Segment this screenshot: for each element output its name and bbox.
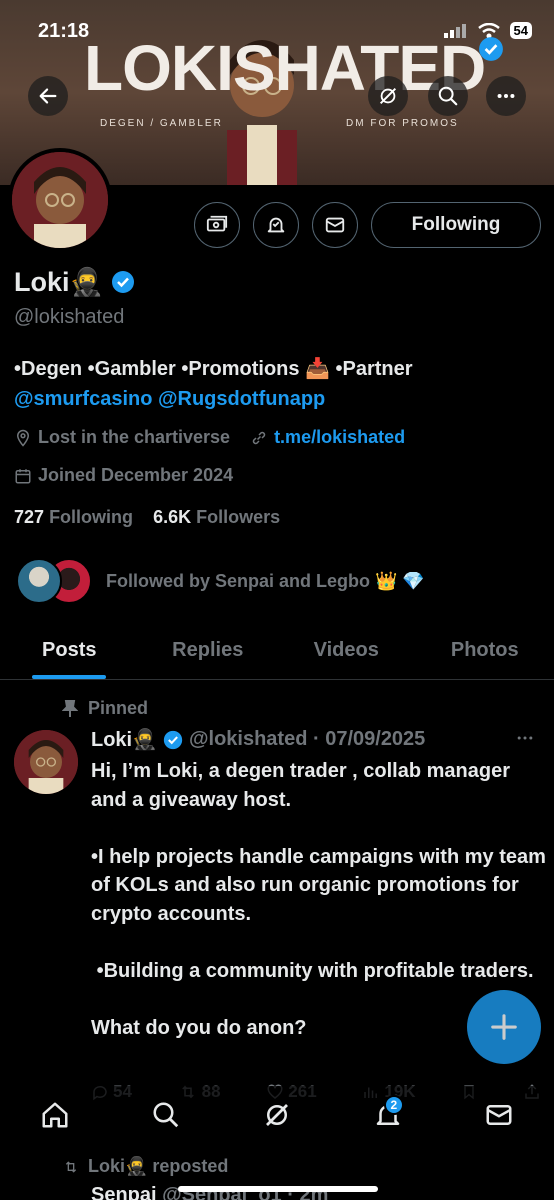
nav-search[interactable] — [146, 1095, 186, 1135]
profile-stats: 727 Following 6.6K Followers — [14, 507, 280, 528]
notifications-toggle-button[interactable] — [253, 202, 299, 248]
profile-joined-date: Joined December 2024 — [38, 465, 234, 485]
tab-posts[interactable]: Posts — [0, 622, 139, 679]
arrow-left-icon — [39, 88, 57, 104]
verified-badge-icon[interactable] — [111, 270, 135, 294]
followers-label: Followers — [196, 507, 281, 527]
profile-name: Loki — [14, 266, 70, 297]
profile-handle: @lokishated — [14, 306, 125, 328]
more-horizontal-icon — [517, 736, 533, 740]
follower-avatar — [16, 558, 62, 604]
link-icon — [252, 431, 266, 444]
repost-icon — [65, 1160, 77, 1173]
tab-photos[interactable]: Photos — [416, 622, 554, 679]
money-icon — [206, 215, 228, 232]
following-button[interactable]: Following — [371, 202, 541, 248]
followed-by-row[interactable]: Followed by Senpai and Legbo 👑 💎 — [16, 558, 425, 604]
tab-videos[interactable]: Videos — [277, 622, 416, 679]
home-indicator — [178, 1186, 378, 1192]
banner-left-subtitle: DEGEN / GAMBLER — [100, 118, 223, 129]
bell-check-icon — [267, 217, 285, 233]
banner-right-subtitle: DM FOR PROMOS — [346, 118, 459, 129]
plus-icon — [491, 1014, 517, 1040]
more-horizontal-icon — [497, 93, 515, 99]
pinned-label: Pinned — [88, 698, 149, 718]
avatar-illustration — [12, 152, 108, 248]
grok-button[interactable] — [368, 76, 408, 116]
followers-stat[interactable]: 6.6K Followers — [153, 507, 280, 527]
followed-by-avatars — [16, 558, 92, 604]
following-stat[interactable]: 727 Following — [14, 507, 133, 527]
verified-overlay-icon — [479, 37, 503, 61]
subscribe-button[interactable] — [194, 202, 240, 248]
profile-name-emoji: 🥷 — [69, 267, 104, 297]
followed-by-text: Followed by Senpai and Legbo 👑 💎 — [106, 570, 425, 591]
followers-count: 6.6K — [153, 507, 192, 527]
status-bar: 21:18 54 — [0, 0, 554, 60]
pinned-label-row: Pinned — [62, 698, 148, 719]
profile-avatar[interactable] — [8, 148, 112, 252]
nav-home[interactable] — [35, 1095, 75, 1135]
profile-meta-row: Lost in the chartiverse t.me/lokishated — [14, 427, 405, 448]
post-handle-date: @lokishated · 07/09/2025 — [189, 728, 426, 750]
grok-icon — [266, 1104, 288, 1126]
nav-messages[interactable] — [479, 1095, 519, 1135]
battery-indicator: 54 — [509, 22, 532, 39]
location-pin-icon — [16, 429, 30, 447]
home-icon — [42, 1102, 68, 1128]
following-count: 727 — [14, 507, 45, 527]
following-label: Following — [49, 507, 134, 527]
nav-grok[interactable] — [257, 1095, 297, 1135]
post-more-button[interactable] — [515, 728, 535, 754]
repost-indicator-text: Loki🥷 reposted — [88, 1156, 229, 1176]
nav-notifications[interactable]: 2 — [368, 1095, 408, 1135]
status-time: 21:18 — [38, 20, 90, 42]
repost-indicator: Loki🥷 reposted — [62, 1156, 228, 1177]
bio-mention-rugsdotfunapp[interactable]: @Rugsdotfunapp — [158, 388, 325, 410]
more-options-button[interactable] — [486, 76, 526, 116]
compose-post-button[interactable] — [467, 990, 541, 1064]
bio-mention-smurfcasino[interactable]: @smurfcasino — [14, 388, 152, 410]
signal-icon — [443, 23, 466, 38]
avatar-illustration — [14, 730, 78, 794]
grok-icon — [379, 87, 397, 105]
next-post-author[interactable]: Senpai — [91, 1184, 157, 1200]
post-author-name[interactable]: Loki🥷 — [91, 727, 157, 752]
calendar-icon — [15, 468, 31, 483]
search-icon — [438, 86, 458, 106]
notifications-badge: 2 — [383, 1095, 404, 1115]
tab-replies[interactable]: Replies — [139, 622, 278, 679]
bottom-navigation: 2 — [0, 1086, 554, 1144]
verified-badge-icon — [163, 730, 183, 749]
post-header: Loki🥷 @lokishated · 07/09/2025 — [91, 727, 425, 752]
profile-bio: •Degen •Gambler •Promotions 📥 •Partner @… — [14, 354, 413, 414]
envelope-icon — [325, 217, 345, 233]
message-button[interactable] — [312, 202, 358, 248]
search-button[interactable] — [428, 76, 468, 116]
envelope-icon — [486, 1105, 512, 1125]
pin-icon — [62, 699, 78, 717]
profile-joined-row: Joined December 2024 — [14, 465, 233, 486]
profile-website-link[interactable]: t.me/lokishated — [274, 427, 405, 448]
back-button[interactable] — [28, 76, 68, 116]
bio-text: •Degen •Gambler •Promotions 📥 •Partner — [14, 358, 413, 380]
post-author-avatar[interactable] — [14, 730, 78, 794]
search-icon — [153, 1102, 179, 1128]
profile-tabs: Posts Replies Videos Photos — [0, 622, 554, 680]
profile-name-row: Loki 🥷 — [14, 266, 135, 298]
profile-location: Lost in the chartiverse — [38, 427, 231, 447]
